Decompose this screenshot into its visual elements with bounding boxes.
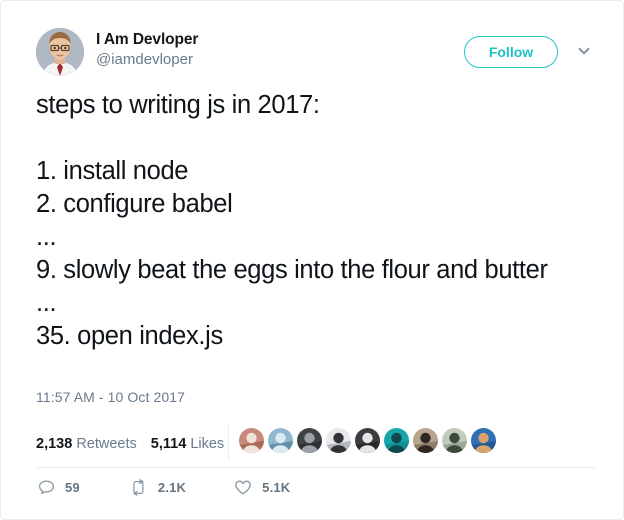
tweet-actions-menu-button[interactable] — [572, 40, 596, 64]
tweet-header: I Am Devloper @iamdevloper Follow — [36, 28, 603, 78]
reply-button[interactable]: 59 — [36, 477, 80, 497]
liker-avatar-9[interactable] — [471, 428, 496, 453]
liker-avatar-4[interactable] — [326, 428, 351, 453]
heart-icon — [233, 477, 253, 497]
liker-avatar-1[interactable] — [239, 428, 264, 453]
author-handle: @iamdevloper — [96, 51, 193, 68]
liker-avatar-2[interactable] — [268, 428, 293, 453]
tweet-stats: 2,138 Retweets 5,114 Likes — [36, 430, 238, 458]
liker-avatar-5[interactable] — [355, 428, 380, 453]
tweet-timestamp[interactable]: 11:57 AM - 10 Oct 2017 — [36, 389, 185, 405]
follow-button[interactable]: Follow — [464, 36, 558, 68]
tweet-action-bar: 59 2.1K 5.1K — [36, 477, 290, 497]
liker-avatar-7[interactable] — [413, 428, 438, 453]
author-block[interactable]: I Am Devloper @iamdevloper — [96, 30, 198, 70]
like-count: 5.1K — [262, 479, 291, 495]
liker-facepile — [239, 428, 496, 453]
retweets-stat[interactable]: 2,138 Retweets — [36, 436, 137, 452]
reply-bubble-icon — [36, 477, 56, 497]
retweet-count: 2.1K — [157, 479, 187, 495]
likes-label: Likes — [190, 436, 225, 452]
like-button[interactable]: 5.1K — [233, 477, 290, 497]
retweets-label: Retweets — [76, 436, 137, 452]
likes-stat[interactable]: 5,114 Likes — [151, 436, 224, 452]
reply-count: 59 — [65, 479, 80, 495]
action-bar-divider — [36, 467, 596, 468]
likes-count: 5,114 — [150, 436, 187, 452]
liker-avatar-6[interactable] — [384, 428, 409, 453]
author-avatar[interactable] — [36, 28, 84, 76]
stats-divider — [228, 425, 229, 461]
retweet-button[interactable]: 2.1K — [129, 477, 186, 497]
chevron-down-icon — [576, 43, 592, 62]
retweet-icon — [129, 477, 149, 497]
tweet-text: steps to writing js in 2017: 1. install … — [36, 91, 548, 350]
author-display-name: I Am Devloper — [96, 31, 199, 48]
tweet-card: I Am Devloper @iamdevloper Follow steps … — [0, 0, 624, 520]
retweets-count: 2,138 — [36, 436, 73, 452]
liker-avatar-8[interactable] — [442, 428, 467, 453]
liker-avatar-3[interactable] — [297, 428, 322, 453]
